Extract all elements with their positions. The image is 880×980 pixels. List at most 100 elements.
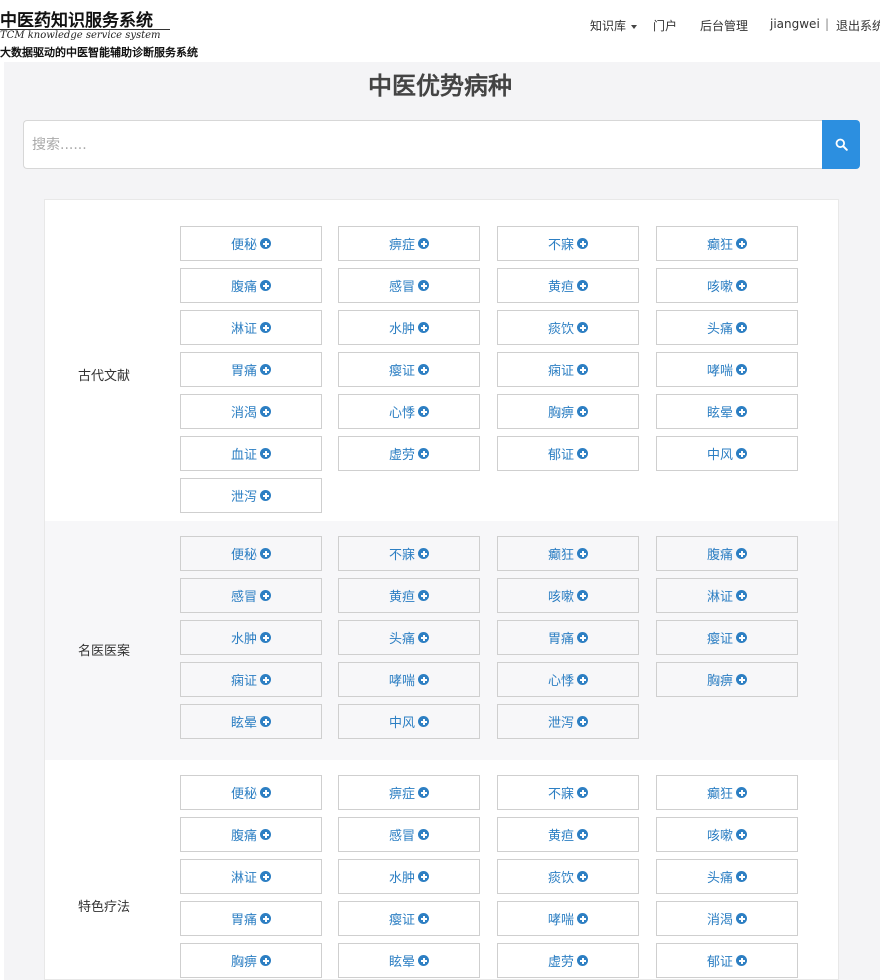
disease-tag[interactable]: 胸痹 <box>656 662 798 697</box>
disease-tag[interactable]: 胃痛 <box>497 620 639 655</box>
disease-tag-label: 不寐 <box>388 548 415 563</box>
disease-tag-label: 虚劳 <box>388 448 415 463</box>
disease-tag[interactable]: 血证 <box>180 436 322 471</box>
disease-tag[interactable]: 便秘 <box>180 775 322 810</box>
disease-tag[interactable]: 中风 <box>656 436 798 471</box>
search-input[interactable] <box>23 120 823 169</box>
disease-tag[interactable]: 癫狂 <box>656 775 798 810</box>
disease-tag[interactable]: 胸痹 <box>497 394 639 429</box>
disease-tag[interactable]: 便秘 <box>180 226 322 261</box>
disease-tag[interactable]: 不寐 <box>338 536 480 571</box>
disease-tag[interactable]: 感冒 <box>180 578 322 613</box>
disease-tag[interactable]: 水肿 <box>338 859 480 894</box>
disease-tag[interactable]: 胃痛 <box>180 901 322 936</box>
plus-circle-icon <box>418 913 429 924</box>
search-button[interactable] <box>822 120 860 169</box>
disease-tag[interactable]: 消渴 <box>180 394 322 429</box>
disease-tag[interactable]: 胸痹 <box>180 943 322 978</box>
nav-admin-link[interactable]: 后台管理 <box>700 17 748 34</box>
disease-tag[interactable]: 水肿 <box>180 620 322 655</box>
disease-tag[interactable]: 咳嗽 <box>656 817 798 852</box>
disease-tag[interactable]: 郁证 <box>497 436 639 471</box>
disease-tag-label: 胃痛 <box>547 632 574 647</box>
disease-tag[interactable]: 头痛 <box>338 620 480 655</box>
disease-tag[interactable]: 泄泻 <box>180 478 322 513</box>
disease-tag[interactable]: 咳嗽 <box>656 268 798 303</box>
nav-user-link[interactable]: jiangwei <box>770 17 820 31</box>
plus-circle-icon <box>736 829 747 840</box>
disease-tag[interactable]: 心悸 <box>338 394 480 429</box>
logo-slogan: 大数据驱动的中医智能辅助诊断服务系统 <box>0 46 198 59</box>
plus-circle-icon <box>418 674 429 685</box>
nav-logout-link[interactable]: 退出系统 <box>836 17 880 34</box>
disease-tag[interactable]: 痹症 <box>338 226 480 261</box>
plus-circle-icon <box>260 280 271 291</box>
disease-tag[interactable]: 腹痛 <box>180 268 322 303</box>
disease-tag[interactable]: 郁证 <box>656 943 798 978</box>
disease-tag-label: 痰饮 <box>547 871 574 886</box>
plus-circle-icon <box>260 448 271 459</box>
disease-tag-label: 血证 <box>230 448 257 463</box>
disease-tag[interactable]: 不寐 <box>497 775 639 810</box>
disease-tag[interactable]: 哮喘 <box>338 662 480 697</box>
disease-tag[interactable]: 头痛 <box>656 859 798 894</box>
disease-tag-label: 感冒 <box>230 590 257 605</box>
disease-tag[interactable]: 咳嗽 <box>497 578 639 613</box>
disease-tag[interactable]: 泄泻 <box>497 704 639 739</box>
plus-circle-icon <box>260 364 271 375</box>
disease-tag[interactable]: 头痛 <box>656 310 798 345</box>
plus-circle-icon <box>577 322 588 333</box>
disease-tag[interactable]: 痫证 <box>180 662 322 697</box>
disease-tag-label: 胃痛 <box>230 913 257 928</box>
disease-tag[interactable]: 淋证 <box>180 310 322 345</box>
disease-tag[interactable]: 眩晕 <box>338 943 480 978</box>
disease-tag[interactable]: 癫狂 <box>656 226 798 261</box>
disease-tag[interactable]: 虚劳 <box>338 436 480 471</box>
disease-tag-label: 咳嗽 <box>706 280 733 295</box>
disease-tag[interactable]: 便秘 <box>180 536 322 571</box>
logo-title[interactable]: 中医药知识服务系统 <box>0 6 153 31</box>
plus-circle-icon <box>577 548 588 559</box>
disease-tag[interactable]: 痫证 <box>497 352 639 387</box>
disease-tag[interactable]: 水肿 <box>338 310 480 345</box>
disease-tag[interactable]: 心悸 <box>497 662 639 697</box>
disease-tag[interactable]: 癫狂 <box>497 536 639 571</box>
plus-circle-icon <box>736 787 747 798</box>
disease-tag[interactable]: 哮喘 <box>656 352 798 387</box>
disease-tag[interactable]: 腹痛 <box>656 536 798 571</box>
disease-tag[interactable]: 瘿证 <box>338 352 480 387</box>
nav-portal-link[interactable]: 门户 <box>653 17 677 34</box>
disease-tag-label: 头痛 <box>388 632 415 647</box>
disease-tag[interactable]: 感冒 <box>338 268 480 303</box>
disease-tag[interactable]: 中风 <box>338 704 480 739</box>
plus-circle-icon <box>418 448 429 459</box>
disease-tag[interactable]: 不寐 <box>497 226 639 261</box>
disease-tag[interactable]: 痰饮 <box>497 859 639 894</box>
plus-circle-icon <box>577 364 588 375</box>
caret-down-icon <box>631 24 638 29</box>
disease-tag[interactable]: 感冒 <box>338 817 480 852</box>
disease-tag[interactable]: 眩晕 <box>656 394 798 429</box>
disease-tag-label: 郁证 <box>547 448 574 463</box>
disease-tag-label: 头痛 <box>706 322 733 337</box>
plus-circle-icon <box>418 632 429 643</box>
disease-tag[interactable]: 淋证 <box>180 859 322 894</box>
disease-tag[interactable]: 痹症 <box>338 775 480 810</box>
disease-tag[interactable]: 黄疸 <box>497 817 639 852</box>
disease-tag[interactable]: 痰饮 <box>497 310 639 345</box>
nav-knowledge-dropdown[interactable]: 知识库 <box>590 17 638 34</box>
disease-tag[interactable]: 瘿证 <box>656 620 798 655</box>
disease-tag[interactable]: 腹痛 <box>180 817 322 852</box>
disease-tag[interactable]: 虚劳 <box>497 943 639 978</box>
disease-tag-label: 水肿 <box>230 632 257 647</box>
disease-tag[interactable]: 哮喘 <box>497 901 639 936</box>
disease-tag[interactable]: 胃痛 <box>180 352 322 387</box>
disease-tag[interactable]: 消渴 <box>656 901 798 936</box>
disease-tag[interactable]: 黄疸 <box>338 578 480 613</box>
disease-tag[interactable]: 淋证 <box>656 578 798 613</box>
disease-tag[interactable]: 眩晕 <box>180 704 322 739</box>
disease-tag[interactable]: 黄疸 <box>497 268 639 303</box>
disease-tag-label: 淋证 <box>706 590 733 605</box>
disease-tag[interactable]: 瘿证 <box>338 901 480 936</box>
plus-circle-icon <box>418 955 429 966</box>
